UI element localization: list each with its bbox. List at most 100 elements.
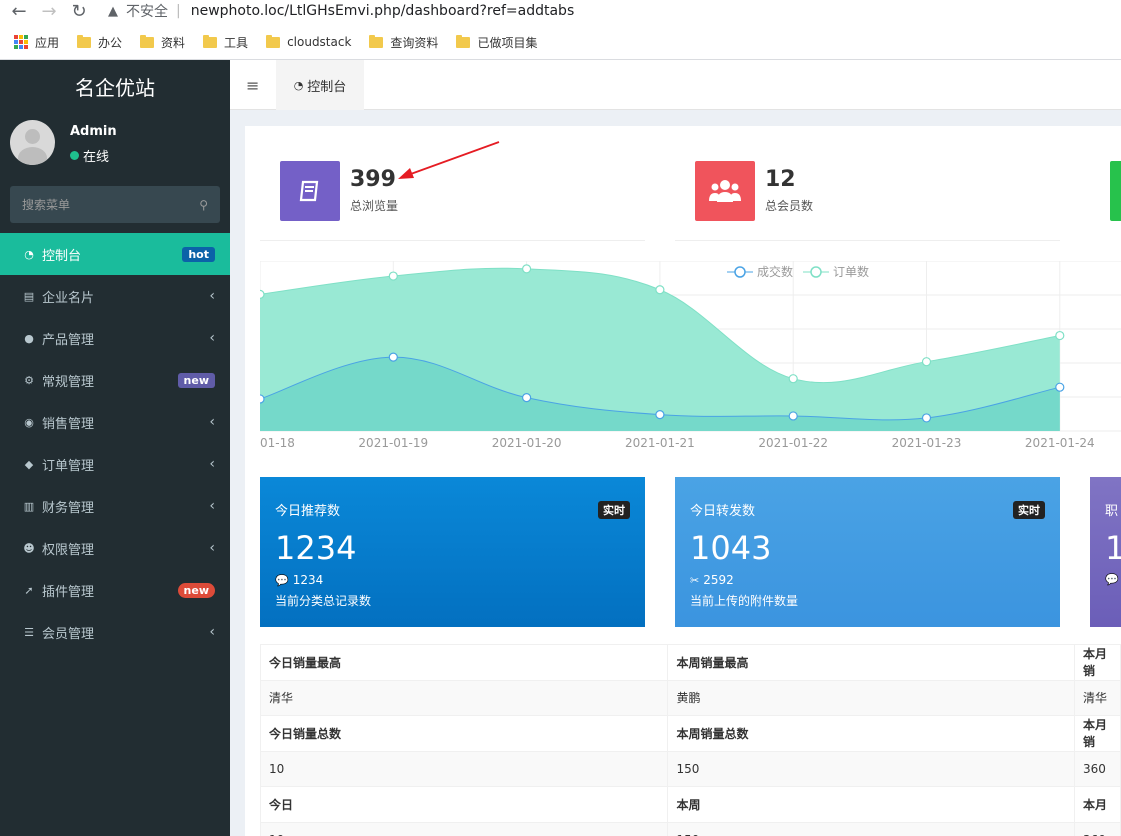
bookmark-apps[interactable]: 应用 [14,34,59,51]
card-desc: 当前分类总记录数 [275,594,372,608]
sidebar-item-dashboard[interactable]: ◔ 控制台 hot [0,233,230,275]
sidebar-item-label: 会员管理 [42,626,95,642]
table-cell: 150 [667,750,1075,787]
stat-card-forward[interactable]: 今日转发数 实时 1043 ✂ 2592 当前上传的附件数量 [675,477,1060,627]
bookmark-label: 已做项目集 [477,35,538,50]
bookmark-label: cloudstack [287,35,352,49]
chevron-left-icon: ‹ [209,540,215,556]
data-point [260,394,265,404]
menu-search-input[interactable]: 搜索菜单 ⚲ [10,186,220,223]
table-row: 清华 黄鹏 清华 [259,679,1121,716]
user-circle-icon: ◉ [24,415,34,429]
sidebar-item-orders[interactable]: ◆ 订单管理 ‹ [0,443,230,485]
data-point [921,357,932,367]
folder-icon [266,34,281,48]
tab-label: 控制台 [307,79,347,95]
table-cell: 今日销量总数 [259,715,669,752]
table-cell: 今日销量最高 [259,644,669,681]
legend-marker [803,265,829,278]
stat-value: 399 [350,167,396,192]
chevron-left-icon: ‹ [209,498,215,514]
data-point [388,271,398,281]
card-sub: ✂ 2592 [690,573,734,587]
table-cell: 150 [667,821,1075,836]
bookmark-folder[interactable]: 工具 [203,34,248,51]
realtime-badge: 实时 [1013,501,1045,519]
id-card-icon: ▤ [23,289,35,303]
table-cell: 本月 [1073,786,1121,823]
legend-label: 成交数 [757,265,794,279]
user-status-label: 在线 [83,150,110,165]
x-tick-label: 01-18 [260,436,295,450]
bank-icon: ▥ [23,499,35,513]
avatar [10,120,55,165]
table-cell: 今日 [259,786,669,823]
online-dot-icon [70,151,79,160]
new-badge: new [177,372,215,388]
bookmark-folder[interactable]: 查询资料 [369,34,438,51]
sidebar-item-sales[interactable]: ◉ 销售管理 ‹ [0,401,230,443]
stat-card-third[interactable]: 职 1 💬 [1090,477,1121,627]
chevron-left-icon: ‹ [209,288,215,304]
table-cell: 本周销量总数 [667,715,1075,752]
table-cell: 360 [1073,750,1121,787]
tab-dashboard[interactable]: ◔ 控制台 [276,60,364,110]
table-cell: 本月销 [1073,715,1121,752]
folder-icon [203,34,218,48]
card-value: 1234 [275,529,357,567]
data-point [788,411,798,421]
sidebar-item-general[interactable]: ⚙ 常规管理 new [0,359,230,401]
search-icon[interactable]: ⚲ [199,198,208,212]
table-row: 今日 本周 本月 [259,786,1121,823]
forward-button[interactable]: → [38,0,60,22]
sidebar-item-label: 权限管理 [42,542,95,558]
sidebar-item-plugins[interactable]: ➚ 插件管理 new [0,569,230,611]
card-sub: 💬 [1105,573,1121,586]
card-sub-value: 2592 [703,573,734,587]
data-point [260,289,265,299]
sidebar-item-members[interactable]: ☰ 会员管理 ‹ [0,611,230,653]
bookmark-folder[interactable]: 已做项目集 [456,34,537,51]
sidebar-item-label: 财务管理 [42,500,95,516]
bookmark-label: 办公 [98,35,123,50]
address-bar[interactable]: ▲ 不安全 | newphoto.loc/LtlGHsEmvi.php/dash… [108,1,574,21]
legend-item[interactable]: 成交数 [727,263,793,280]
sidebar-item-label: 产品管理 [42,332,95,348]
bookmark-label: 查询资料 [390,35,439,50]
url-text[interactable]: newphoto.loc/LtlGHsEmvi.php/dashboard?re… [191,3,575,19]
chevron-left-icon: ‹ [209,330,215,346]
bookmark-folder[interactable]: cloudstack [266,34,352,49]
rocket-icon: ➚ [24,583,34,597]
legend-marker [727,265,753,278]
sidebar-item-label: 销售管理 [42,416,95,432]
stat-label: 总浏览量 [350,199,399,213]
stat-page-views: 399 总浏览量 [280,161,580,221]
legend-item[interactable]: 订单数 [803,263,869,280]
stat-card-recommend[interactable]: 今日推荐数 实时 1234 💬 1234 当前分类总记录数 [260,477,645,627]
card-title: 今日转发数 [690,504,756,519]
stat-label: 总会员数 [765,199,814,213]
list-icon: ☰ [24,625,34,639]
table-cell: 清华 [1073,679,1121,716]
sidebar-item-permissions[interactable]: ☻ 权限管理 ‹ [0,527,230,569]
bookmark-folder[interactable]: 资料 [140,34,185,51]
sidebar-item-products[interactable]: ● 产品管理 ‹ [0,317,230,359]
stat-value: 12 [765,167,796,192]
menu-toggle-icon[interactable]: ≡ [246,76,259,95]
data-point [655,410,665,420]
card-desc: 当前上传的附件数量 [690,594,799,608]
users-icon [695,161,755,221]
table-cell: 本月销 [1073,644,1121,681]
x-tick-label: 2021-01-20 [492,436,562,450]
table-row: 今日销量总数 本周销量总数 本月销 [259,715,1121,752]
address-separator: | [176,3,181,19]
back-button[interactable]: ← [8,0,30,22]
site-logo[interactable]: 名企优站 [0,60,230,112]
bookmark-folder[interactable]: 办公 [77,34,122,51]
book-icon [280,161,340,221]
reload-button[interactable]: ↻ [68,0,90,22]
search-placeholder: 搜索菜单 [22,198,71,212]
sidebar-item-business-card[interactable]: ▤ 企业名片 ‹ [0,275,230,317]
sidebar-item-finance[interactable]: ▥ 财务管理 ‹ [0,485,230,527]
data-point [388,352,398,362]
